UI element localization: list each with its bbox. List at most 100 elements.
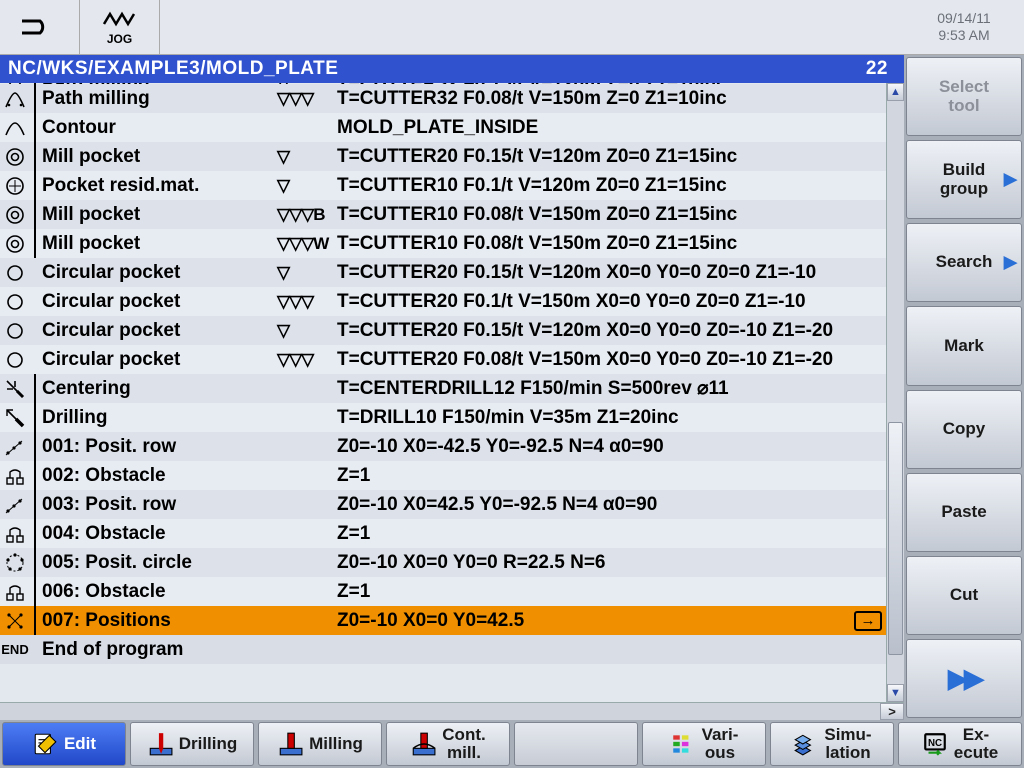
program-list-wrap: Path milling▽T=CUTTER32 F0.15/t V=120m Z… (0, 83, 904, 702)
link-bracket (30, 258, 42, 287)
softkey-label: Ex- ecute (954, 726, 998, 762)
softkey-right-6[interactable]: Cut (906, 556, 1022, 635)
program-row[interactable]: 003: Posit. rowZ0=-10 X0=42.5 Y0=-92.5 N… (0, 490, 886, 519)
machine-mode-button[interactable] (0, 0, 80, 54)
program-row[interactable]: 004: ObstacleZ=1 (0, 519, 886, 548)
program-row[interactable]: Circular pocket▽▽▽T=CUTTER20 F0.08/t V=1… (0, 345, 886, 374)
softkey-right-5[interactable]: Paste (906, 473, 1022, 552)
program-row[interactable]: DrillingT=DRILL10 F150/min V=35m Z1=20in… (0, 403, 886, 432)
program-row[interactable]: Mill pocket▽▽▽WT=CUTTER10 F0.08/t V=150m… (0, 229, 886, 258)
scroll-track[interactable] (887, 101, 904, 684)
program-row[interactable]: 001: Posit. rowZ0=-10 X0=-42.5 Y0=-92.5 … (0, 432, 886, 461)
step-name: End of program (42, 639, 277, 661)
step-modifiers: ▽ (277, 321, 337, 341)
softkey-right-0: Select tool (906, 57, 1022, 136)
obst-icon (0, 461, 30, 490)
pocket-icon (0, 229, 30, 258)
step-modifiers: ▽ (277, 147, 337, 167)
circ-icon (0, 258, 30, 287)
program-row[interactable]: CenteringT=CENTERDRILL12 F150/min S=500r… (0, 374, 886, 403)
step-params: Z0=-10 X0=0 Y0=0 R=22.5 N=6 (337, 552, 882, 574)
link-bracket (30, 171, 42, 200)
softkey-bottom-milling[interactable]: Milling (258, 722, 382, 766)
softkey-bottom-edit[interactable]: Edit (2, 722, 126, 766)
softkey-label: Select tool (939, 78, 989, 115)
softkey-label: Milling (309, 735, 363, 753)
link-bracket (30, 577, 42, 606)
softkey-bottom-various[interactable]: Vari- ous (642, 722, 766, 766)
link-bracket (30, 519, 42, 548)
poscirc-icon (0, 548, 30, 577)
softkey-right-7[interactable]: ▶▶ (906, 639, 1022, 718)
softkey-right-1[interactable]: Build group▶ (906, 140, 1022, 219)
step-name: 003: Posit. row (42, 494, 277, 516)
softkey-label: Edit (64, 735, 96, 753)
softkey-right-3[interactable]: Mark (906, 306, 1022, 385)
softkey-right-2[interactable]: Search▶ (906, 223, 1022, 302)
softkey-label: Mark (944, 337, 984, 356)
program-row[interactable]: Mill pocket▽▽▽BT=CUTTER10 F0.08/t V=150m… (0, 200, 886, 229)
step-name: Contour (42, 117, 277, 139)
step-params: T=CUTTER20 F0.15/t V=120m X0=0 Y0=0 Z0=-… (337, 320, 882, 342)
program-row[interactable]: Mill pocket▽T=CUTTER20 F0.15/t V=120m Z0… (0, 142, 886, 171)
enter-arrow-icon[interactable]: → (854, 611, 882, 631)
program-row[interactable]: END End of program (0, 635, 886, 664)
softkey-label: Paste (941, 503, 986, 522)
program-counter: 22 (866, 58, 896, 80)
program-editor: NC/WKS/EXAMPLE3/MOLD_PLATE 22 Path milli… (0, 55, 904, 720)
softkey-bottom-execute[interactable]: Ex- ecute (898, 722, 1022, 766)
softkey-bottom-empty (514, 722, 638, 766)
pos-icon (0, 606, 30, 635)
program-row[interactable]: ContourMOLD_PLATE_INSIDE (0, 113, 886, 142)
program-step-list[interactable]: Path milling▽T=CUTTER32 F0.15/t V=120m Z… (0, 83, 886, 702)
program-row[interactable]: 006: ObstacleZ=1 (0, 577, 886, 606)
obst-icon (0, 577, 30, 606)
program-row[interactable]: Circular pocket▽T=CUTTER20 F0.15/t V=120… (0, 258, 886, 287)
link-bracket (30, 200, 42, 229)
softkey-bottom-contmill[interactable]: Cont. mill. (386, 722, 510, 766)
circ-icon (0, 316, 30, 345)
link-bracket (30, 403, 42, 432)
step-name: Mill pocket (42, 146, 277, 168)
bracket-none (30, 635, 42, 664)
contbtn-icon (410, 731, 436, 757)
softkey-bottom-simulation[interactable]: Simu- lation (770, 722, 894, 766)
program-row[interactable]: 007: PositionsZ0=-10 X0=0 Y0=42.5→ (0, 606, 886, 635)
program-row[interactable]: Circular pocket▽T=CUTTER20 F0.15/t V=120… (0, 316, 886, 345)
step-params: T=CUTTER20 F0.08/t V=150m X0=0 Y0=0 Z0=-… (337, 349, 882, 371)
circ-icon (0, 287, 30, 316)
program-row[interactable]: 005: Posit. circleZ0=-10 X0=0 Y0=0 R=22.… (0, 548, 886, 577)
scroll-thumb[interactable] (888, 422, 903, 655)
link-bracket (30, 84, 42, 113)
softkey-right-4[interactable]: Copy (906, 390, 1022, 469)
end-marker: END (0, 642, 30, 657)
step-params: T=CUTTER10 F0.08/t V=150m Z0=0 Z1=15inc (337, 233, 882, 255)
link-bracket (30, 606, 42, 635)
program-row[interactable]: 002: ObstacleZ=1 (0, 461, 886, 490)
edit-icon (32, 731, 58, 757)
program-row[interactable]: Path milling▽▽▽T=CUTTER32 F0.08/t V=150m… (0, 84, 886, 113)
step-name: Mill pocket (42, 233, 277, 255)
program-row[interactable]: Pocket resid.mat.▽T=CUTTER10 F0.1/t V=12… (0, 171, 886, 200)
softkey-bottom-drilling[interactable]: Drilling (130, 722, 254, 766)
scroll-right-arrow[interactable]: > (880, 703, 904, 720)
softkey-label: Cont. mill. (442, 726, 485, 762)
horizontal-scrollbar[interactable]: > (0, 702, 904, 720)
vertical-scrollbar[interactable]: ▲ ▼ (886, 83, 904, 702)
scroll-up-arrow[interactable]: ▲ (887, 83, 904, 101)
date-text: 09/14/11 (937, 10, 990, 28)
drillbtn-icon (147, 731, 173, 757)
step-name: 006: Obstacle (42, 581, 277, 603)
link-bracket (30, 374, 42, 403)
step-params: Z=1 (337, 523, 882, 545)
step-name: 007: Positions (42, 610, 277, 632)
program-row[interactable]: Circular pocket▽▽▽T=CUTTER20 F0.1/t V=15… (0, 287, 886, 316)
softkey-label: Vari- ous (702, 726, 739, 762)
middle-region: NC/WKS/EXAMPLE3/MOLD_PLATE 22 Path milli… (0, 55, 1024, 720)
step-params: T=CUTTER10 F0.08/t V=150m Z0=0 Z1=15inc (337, 204, 882, 226)
posrow-icon (0, 490, 30, 519)
scroll-down-arrow[interactable]: ▼ (887, 684, 904, 702)
obst-icon (0, 519, 30, 548)
link-bracket (30, 287, 42, 316)
jog-mode-button[interactable]: JOG (80, 0, 160, 54)
